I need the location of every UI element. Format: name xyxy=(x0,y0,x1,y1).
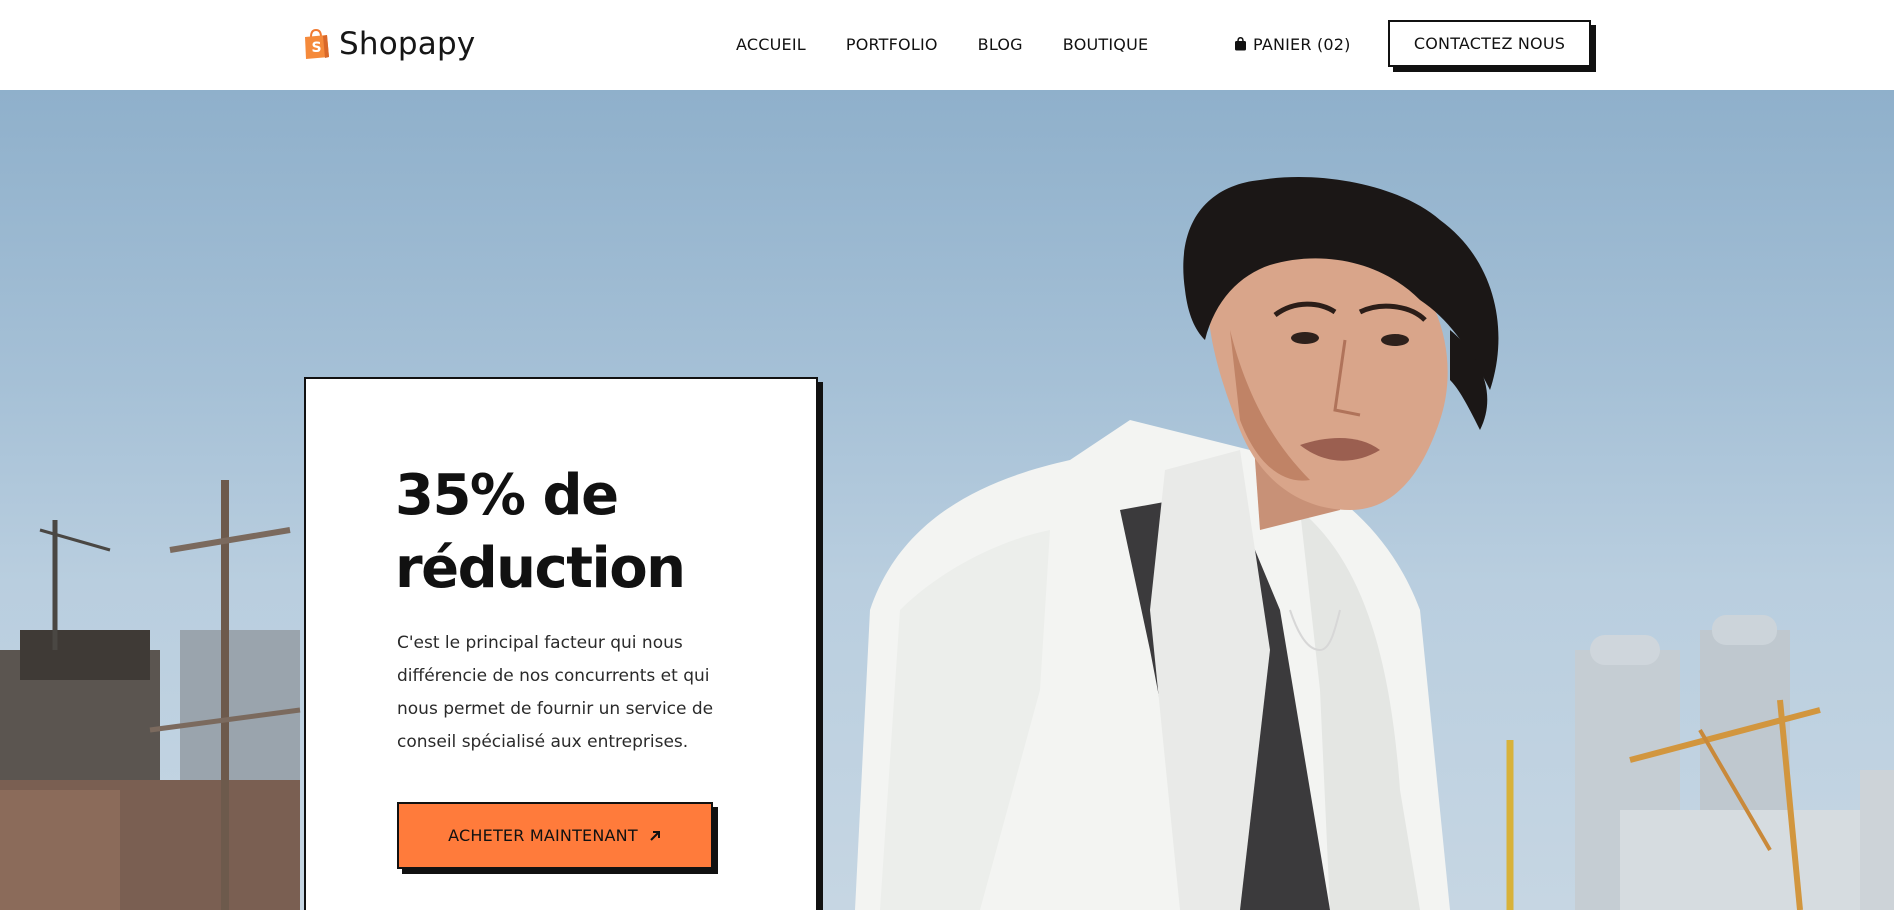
promo-title: 35% de réduction xyxy=(395,459,775,605)
main-nav: ACCUEIL PORTFOLIO BLOG BOUTIQUE xyxy=(736,32,1148,56)
promo-title-line2: réduction xyxy=(395,536,686,601)
hero-image xyxy=(0,176,1894,910)
arrow-up-right-icon xyxy=(650,830,660,841)
nav-item-accueil[interactable]: ACCUEIL xyxy=(736,35,806,54)
cart-label: PANIER (02) xyxy=(1253,34,1351,54)
shopping-bag-icon: S xyxy=(305,29,329,59)
site-header: S Shopapy ACCUEIL PORTFOLIO BLOG BOUTIQU… xyxy=(0,0,1894,90)
brand-logo[interactable]: S Shopapy xyxy=(303,26,475,62)
shopping-bag-icon xyxy=(1235,37,1246,51)
buy-now-label: ACHETER MAINTENANT xyxy=(448,826,638,845)
brand-name: Shopapy xyxy=(339,26,476,62)
hero-section: 35% de réduction C'est le principal fact… xyxy=(0,90,1894,910)
nav-item-blog[interactable]: BLOG xyxy=(978,35,1023,54)
nav-item-portfolio[interactable]: PORTFOLIO xyxy=(846,35,938,54)
nav-item-boutique[interactable]: BOUTIQUE xyxy=(1063,35,1149,54)
cart-link[interactable]: PANIER (02) xyxy=(1234,32,1351,56)
buy-now-button[interactable]: ACHETER MAINTENANT xyxy=(397,802,713,869)
contact-button[interactable]: CONTACTEZ NOUS xyxy=(1388,20,1591,67)
promo-description: C'est le principal facteur qui nous diff… xyxy=(397,633,714,752)
promo-title-line1: 35% de xyxy=(395,463,619,528)
svg-text:S: S xyxy=(312,40,322,56)
promo-card: 35% de réduction C'est le principal fact… xyxy=(304,377,818,910)
